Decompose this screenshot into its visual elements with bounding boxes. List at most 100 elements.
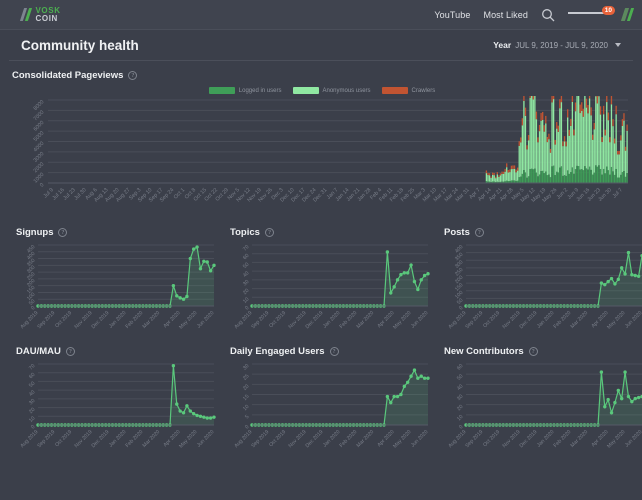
user-avatar[interactable] <box>620 8 635 21</box>
svg-text:Jun 2020: Jun 2020 <box>624 429 642 448</box>
svg-text:7000: 7000 <box>33 110 46 123</box>
svg-text:Oct 2019: Oct 2019 <box>482 429 501 448</box>
dau-mau-title: DAU/MAU <box>16 346 61 357</box>
nav-most-liked[interactable]: Most Liked <box>483 10 528 20</box>
svg-text:May 2020: May 2020 <box>606 310 626 330</box>
svg-text:Oct 2019: Oct 2019 <box>268 310 287 329</box>
topics-title: Topics <box>230 227 260 238</box>
site-header: VOSK COIN YouTube Most Liked 10 <box>0 0 642 30</box>
help-icon[interactable]: ? <box>474 228 484 237</box>
legend-swatch-logged-in <box>208 87 235 94</box>
search-icon[interactable] <box>541 8 555 22</box>
svg-text:60: 60 <box>456 363 464 371</box>
help-icon[interactable]: ? <box>58 228 68 237</box>
help-icon[interactable]: ? <box>264 228 274 237</box>
svg-text:50: 50 <box>28 381 36 389</box>
svg-text:Jul 7: Jul 7 <box>612 187 624 199</box>
legend-item-crawlers[interactable]: Crawlers <box>381 87 435 94</box>
svg-text:0: 0 <box>244 305 250 311</box>
svg-text:1000: 1000 <box>33 172 46 185</box>
svg-text:20: 20 <box>456 404 464 412</box>
svg-text:Sep 2019: Sep 2019 <box>36 310 56 330</box>
svg-text:10: 10 <box>28 415 36 423</box>
legend-label-logged-in: Logged in users <box>238 87 282 94</box>
svg-text:30: 30 <box>456 394 464 402</box>
svg-text:Sep 2019: Sep 2019 <box>464 310 484 330</box>
svg-text:30: 30 <box>242 363 250 371</box>
svg-text:May 2020: May 2020 <box>606 429 626 449</box>
chevron-down-icon <box>615 43 621 47</box>
svg-text:60: 60 <box>28 372 36 380</box>
topics-chart[interactable]: 0 10 20 30 40 50 60 70 Aug 2019 Sep 2019 Oct 2019 N… <box>226 240 432 340</box>
svg-text:Dec 2019: Dec 2019 <box>91 310 111 330</box>
consolidated-pageviews-title: Consolidated Pageviews <box>12 70 124 81</box>
svg-text:Sep 2019: Sep 2019 <box>250 310 270 330</box>
svg-text:0: 0 <box>39 182 45 188</box>
svg-text:Mar 2020: Mar 2020 <box>142 429 162 449</box>
chart-legend: Logged in users Anonymous users Crawlers <box>12 87 632 94</box>
svg-text:Jun 2020: Jun 2020 <box>410 429 429 448</box>
metrics-row-2: DAU/MAU ? 0 10 20 30 40 50 60 70 Aug 2019 Sep 201… <box>0 340 642 459</box>
svg-text:Jun 2: Jun 2 <box>556 187 570 201</box>
svg-text:0: 0 <box>458 305 464 311</box>
svg-text:Mar 2020: Mar 2020 <box>570 429 590 449</box>
svg-text:5: 5 <box>244 414 250 420</box>
svg-text:Mar 2020: Mar 2020 <box>142 310 162 330</box>
svg-text:0: 0 <box>458 424 464 430</box>
posts-header: Posts ? <box>440 221 642 240</box>
date-range-selector[interactable]: Year JUL 9, 2019 - JUL 9, 2020 <box>493 40 621 50</box>
svg-text:Oct 2019: Oct 2019 <box>482 310 501 329</box>
svg-text:May 2020: May 2020 <box>392 310 412 330</box>
daily-engaged-users-chart[interactable]: 0 5 10 15 20 25 30 Aug 2019 Sep 2019 Oct 2019 Nov … <box>226 359 432 459</box>
svg-text:70: 70 <box>242 244 250 252</box>
signups-header: Signups ? <box>12 221 218 240</box>
svg-text:20: 20 <box>242 383 250 391</box>
svg-text:70: 70 <box>28 363 36 371</box>
svg-text:400: 400 <box>454 244 464 254</box>
posts-panel: Posts ? 0 50 100 150 200 250 300 350 400 Aug 2019… <box>436 221 642 340</box>
svg-text:450: 450 <box>26 244 36 254</box>
avatar-glyph <box>620 8 635 21</box>
svg-text:Sep 2019: Sep 2019 <box>250 429 270 449</box>
svg-text:10: 10 <box>456 414 464 422</box>
notification-badge: 10 <box>601 6 615 16</box>
svg-text:50: 50 <box>242 262 250 270</box>
svg-text:Dec 2019: Dec 2019 <box>519 310 539 330</box>
signups-panel: Signups ? 0 50 100 150 200 250 300 350 400 450 Aug… <box>8 221 222 340</box>
svg-text:Oct 2019: Oct 2019 <box>54 310 73 329</box>
nav-youtube[interactable]: YouTube <box>434 10 470 20</box>
help-icon[interactable]: ? <box>528 347 538 356</box>
legend-label-anonymous: Anonymous users <box>322 87 371 94</box>
svg-text:5000: 5000 <box>33 130 46 143</box>
svg-text:Mar 2020: Mar 2020 <box>356 310 376 330</box>
voskcoin-logo[interactable]: VOSK COIN <box>19 7 61 22</box>
svg-text:Dec 2019: Dec 2019 <box>305 429 325 449</box>
legend-item-logged-in[interactable]: Logged in users <box>208 87 282 94</box>
metrics-row-1: Signups ? 0 50 100 150 200 250 300 350 400 450 Aug… <box>0 221 642 340</box>
daily-engaged-users-title: Daily Engaged Users <box>230 346 325 357</box>
period-label: Year <box>493 40 512 50</box>
consolidated-pageviews-chart[interactable]: 0 1000 2000 3000 4000 5000 6000 7000 8000 Jul 9 Ju… <box>12 96 632 221</box>
svg-text:2000: 2000 <box>33 161 46 174</box>
svg-text:0: 0 <box>244 424 250 430</box>
posts-chart[interactable]: 0 50 100 150 200 250 300 350 400 Aug 2019 Sep 2019… <box>440 240 642 340</box>
svg-text:Dec 2019: Dec 2019 <box>91 429 111 449</box>
logo-slashes-icon <box>19 8 32 21</box>
svg-text:6000: 6000 <box>33 120 46 133</box>
svg-text:3000: 3000 <box>33 151 46 164</box>
new-contributors-chart[interactable]: 0 10 20 30 40 50 60 Aug 2019 Sep 2019 Oct 2019 Nov… <box>440 359 642 459</box>
dau-mau-chart[interactable]: 0 10 20 30 40 50 60 70 Aug 2019 Sep 2019 Oct 2019 N… <box>12 359 218 459</box>
svg-text:May 2020: May 2020 <box>178 310 198 330</box>
help-icon[interactable]: ? <box>128 71 138 80</box>
new-contributors-header: New Contributors ? <box>440 340 642 359</box>
hamburger-menu-icon[interactable]: 10 <box>568 6 615 17</box>
svg-text:40: 40 <box>242 270 250 278</box>
help-icon[interactable]: ? <box>65 347 75 356</box>
svg-text:60: 60 <box>242 253 250 261</box>
svg-text:Dec 2019: Dec 2019 <box>305 310 325 330</box>
legend-item-anonymous[interactable]: Anonymous users <box>292 87 371 94</box>
svg-text:10: 10 <box>242 296 250 304</box>
signups-chart[interactable]: 0 50 100 150 200 250 300 350 400 450 Aug 2019 Sep 2… <box>12 240 218 340</box>
help-icon[interactable]: ? <box>329 347 339 356</box>
svg-text:Mar 2020: Mar 2020 <box>570 310 590 330</box>
